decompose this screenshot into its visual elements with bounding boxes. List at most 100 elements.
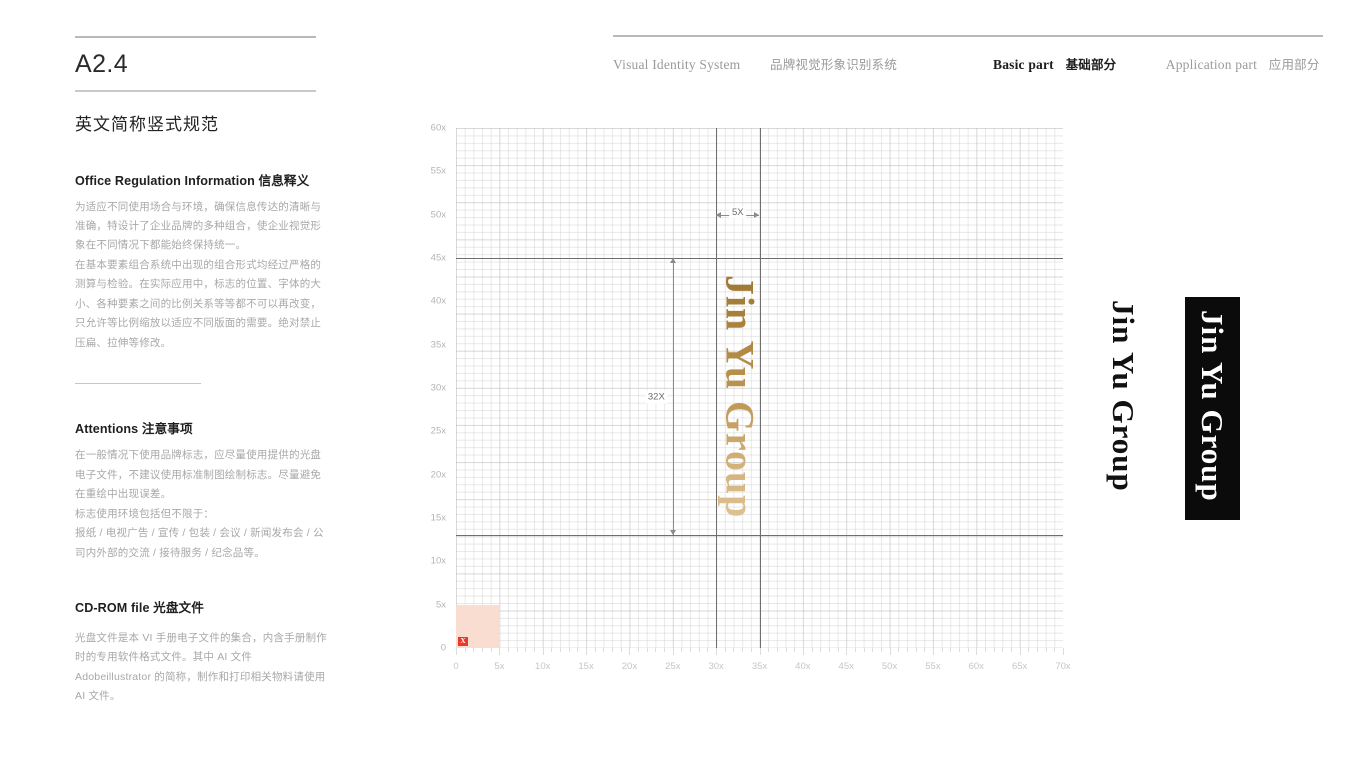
x-axis-tick: [690, 648, 692, 652]
unit-scale-swatch: X: [456, 604, 500, 648]
y-axis-tick-label: 60x: [430, 122, 446, 134]
info-block-office-regulation: Office Regulation Information 信息释义 为适应不同…: [75, 170, 328, 353]
x-axis-tick: [724, 648, 726, 652]
x-axis-tick: [776, 648, 778, 652]
x-axis-tick: [932, 648, 934, 655]
x-axis-tick: [698, 648, 700, 652]
info-block-body: 在一般情况下使用品牌标志，应尽量使用提供的光盘电子文件，不建议使用标准制图绘制标…: [75, 446, 328, 563]
logo-variant-reverse: Jin Yu Group: [1195, 310, 1230, 502]
x-axis-tick: [655, 648, 657, 652]
y-axis-tick-label: 50x: [430, 209, 446, 221]
x-axis-tick: [568, 648, 570, 652]
info-block-heading: Attentions 注意事项: [75, 418, 328, 437]
x-axis-tick: [828, 648, 830, 652]
y-axis-tick-label: 15x: [430, 512, 446, 524]
x-axis-tick-label: 50x: [881, 661, 898, 672]
x-axis-tick: [542, 648, 544, 655]
x-axis-tick: [560, 648, 562, 652]
x-axis-tick: [482, 648, 483, 652]
logo-variant-mono: Jin Yu Group: [1106, 300, 1141, 492]
x-axis-tick: [1063, 648, 1064, 655]
x-axis-tick: [958, 648, 960, 652]
y-axis-tick-label: 20x: [430, 469, 446, 481]
y-axis-tick-label: 10x: [430, 555, 446, 567]
x-axis-tick-label: 10x: [535, 661, 551, 672]
x-axis-tick: [915, 648, 917, 652]
header-vis-line: Visual Identity System 品牌视觉形象识别系统: [613, 54, 1010, 73]
y-axis-tick-label: 0: [440, 642, 446, 654]
info-block-heading-cn: 注意事项: [141, 422, 193, 437]
arrow-right-icon: [754, 211, 760, 218]
paragraph: 报纸 / 电视广告 / 宣传 / 包装 / 会议 / 新闻发布会 / 公司内外部…: [75, 527, 324, 559]
x-axis-tick: [889, 648, 891, 655]
page-title: 英文简称竖式规范: [75, 114, 219, 134]
x-axis-tick: [941, 648, 943, 652]
dimension-label: 5X: [729, 206, 747, 218]
x-axis-tick-label: 70x: [1055, 661, 1071, 672]
info-block-body: 光盘文件是本 VI 手册电子文件的集合，内含手册制作时的专用软件格式文件。其中 …: [75, 629, 328, 707]
x-axis-tick: [872, 648, 874, 652]
paragraph: 标志使用环境包括但不限于：: [75, 507, 215, 520]
left-content-column: A2.4 英文简称竖式规范 Office Regulation Informat…: [75, 36, 328, 707]
x-axis-tick: [733, 648, 735, 652]
page-code-top-rule: [75, 36, 316, 38]
info-block-attentions: Attentions 注意事项 在一般情况下使用品牌标志，应尽量使用提供的光盘电…: [75, 418, 328, 563]
nav-item-application-part-en: Application part: [1165, 57, 1258, 72]
x-axis-tick: [1019, 648, 1021, 655]
info-block-heading-en: Attentions: [75, 422, 139, 437]
arrow-down-icon: [669, 530, 676, 536]
x-axis-tick: [646, 648, 648, 652]
y-axis-tick-label: 40x: [430, 295, 446, 307]
info-block-heading-en: CD-ROM file: [75, 601, 150, 615]
x-axis-tick-label: 15x: [578, 661, 594, 672]
x-axis-tick-label: 65x: [1011, 661, 1028, 672]
x-axis-tick-label: 55x: [925, 661, 941, 672]
x-axis-tick: [1054, 648, 1056, 652]
section-divider: [75, 382, 201, 385]
y-axis-tick-label: 5x: [435, 599, 446, 611]
y-axis-tick-label: 55x: [430, 165, 446, 177]
x-axis-tick: [620, 648, 622, 652]
x-axis-tick: [924, 648, 926, 652]
x-axis-tick: [707, 648, 709, 652]
nav-item-basic-part-en: Basic part: [993, 57, 1054, 72]
x-axis-tick: [906, 648, 908, 652]
dimension-32x: 32X: [645, 258, 681, 536]
header-rule-right: [993, 35, 1323, 37]
x-axis-tick-label: 40x: [795, 661, 811, 672]
x-axis-tick-label: 30x: [708, 661, 724, 672]
measurement-grid-panel: 0 5x 10x 15x 20x 25x 30x 35x 40x 45x 50x 55x 60x 0 5x…: [431, 123, 1071, 673]
x-axis-tick: [794, 648, 796, 652]
arrow-up-icon: [669, 258, 676, 263]
x-axis-tick: [837, 648, 839, 652]
x-axis-tick-label: 5x: [494, 661, 505, 672]
x-axis-tick: [750, 648, 752, 652]
page-code-bottom-rule: [75, 90, 316, 92]
x-axis-tick: [1036, 648, 1038, 652]
x-axis-tick: [854, 648, 856, 652]
x-axis-tick: [508, 648, 510, 652]
dimension-5x: 5X: [716, 206, 760, 223]
x-axis-tick: [516, 648, 518, 652]
x-axis-tick: [993, 648, 995, 652]
y-axis-tick-label: 45x: [430, 252, 446, 264]
x-axis-tick: [664, 648, 666, 652]
x-axis-tick: [586, 648, 588, 655]
y-axis-tick-label: 30x: [430, 382, 446, 394]
x-axis-tick: [984, 648, 986, 652]
nav-item-basic-part[interactable]: Basic part 基础部分: [993, 54, 1116, 73]
x-axis-tick-label: 25x: [665, 661, 681, 672]
x-axis-tick: [1028, 648, 1030, 652]
x-axis-tick: [551, 648, 553, 652]
dimension-line: [672, 258, 674, 536]
arrow-left-icon: [716, 211, 722, 218]
x-axis-tick: [629, 648, 631, 655]
nav-item-application-part[interactable]: Application part 应用部分: [1166, 54, 1320, 73]
x-axis-tick: [950, 648, 952, 652]
x-axis-tick-label: 35x: [751, 661, 768, 672]
unit-x-badge: X: [458, 636, 468, 646]
x-axis-tick: [638, 648, 640, 652]
info-block-heading: Office Regulation Information 信息释义: [75, 170, 328, 189]
x-axis-tick: [525, 648, 527, 652]
x-axis-tick: [456, 648, 457, 655]
